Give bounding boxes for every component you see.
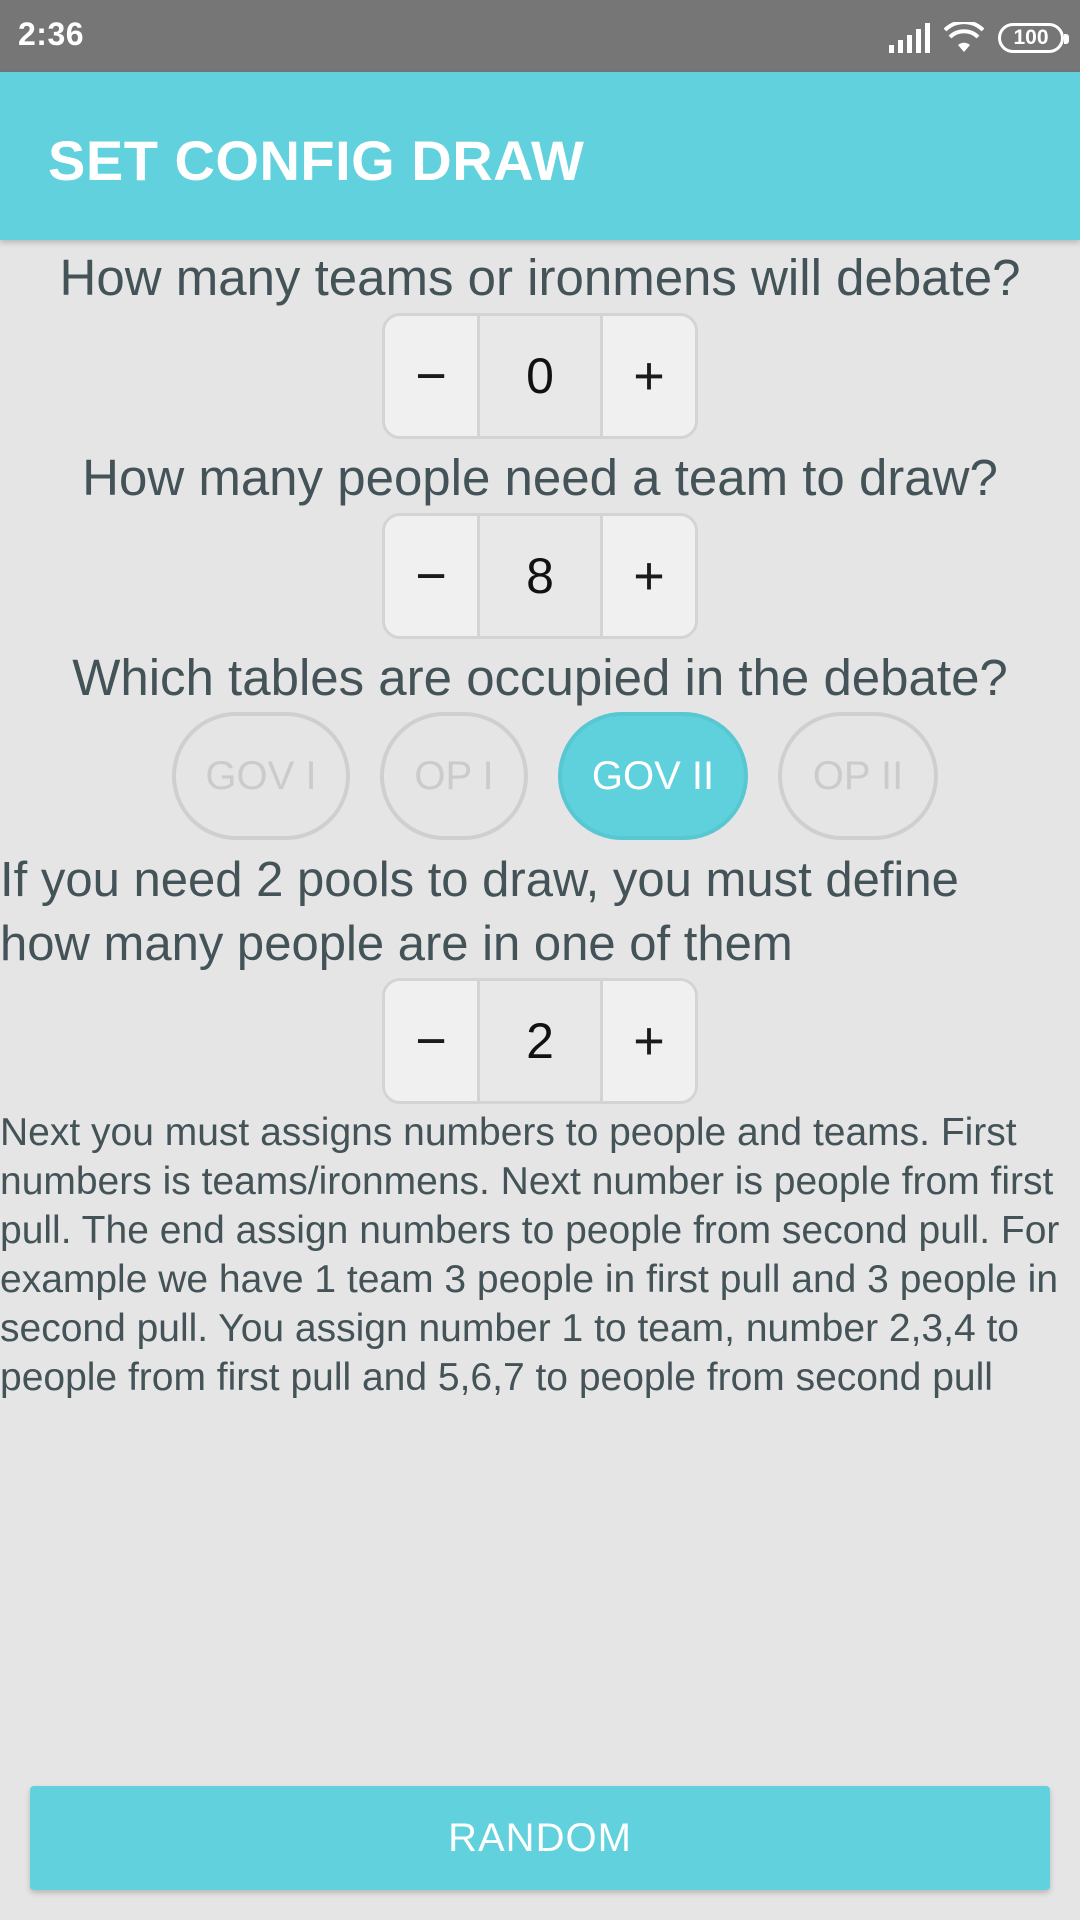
teams-decrement-button[interactable]: − — [385, 316, 477, 436]
tables-question-label: Which tables are occupied in the debate? — [72, 649, 1008, 706]
people-question-label: How many people need a team to draw? — [82, 449, 998, 506]
pools-value: 2 — [477, 981, 603, 1101]
table-toggle-gov-1[interactable]: GOV I — [172, 712, 350, 840]
pools-decrement-button[interactable]: − — [385, 981, 477, 1101]
teams-value: 0 — [477, 316, 603, 436]
status-bar: 2:36 100 — [0, 0, 1080, 72]
table-toggle-gov-2[interactable]: GOV II — [558, 712, 748, 840]
table-toggle-op-2[interactable]: OP II — [778, 712, 938, 840]
random-button[interactable]: RANDOM — [30, 1786, 1050, 1890]
table-toggle-op-1[interactable]: OP I — [380, 712, 528, 840]
pools-stepper: − 2 + — [382, 978, 698, 1104]
teams-question-label: How many teams or ironmens will debate? — [59, 249, 1021, 306]
instructions-text: Next you must assigns numbers to people … — [0, 1111, 1060, 1399]
status-time: 2:36 — [18, 16, 85, 52]
teams-stepper: − 0 + — [382, 313, 698, 439]
status-icons: 100 — [889, 18, 1069, 58]
teams-increment-button[interactable]: + — [603, 316, 695, 436]
people-decrement-button[interactable]: − — [385, 516, 477, 636]
signal-icon — [889, 23, 930, 53]
people-increment-button[interactable]: + — [603, 516, 695, 636]
pools-question-line-2: how many people are in one of them — [0, 917, 793, 971]
wifi-icon — [944, 22, 984, 52]
people-stepper: − 8 + — [382, 513, 698, 639]
people-value: 8 — [477, 516, 603, 636]
pools-increment-button[interactable]: + — [603, 981, 695, 1101]
battery-icon: 100 — [998, 23, 1069, 53]
pools-question-line-1: If you need 2 pools to draw, you must de… — [0, 853, 959, 907]
page-title: SET CONFIG DRAW — [48, 129, 585, 192]
app-bar: SET CONFIG DRAW — [0, 72, 1080, 240]
